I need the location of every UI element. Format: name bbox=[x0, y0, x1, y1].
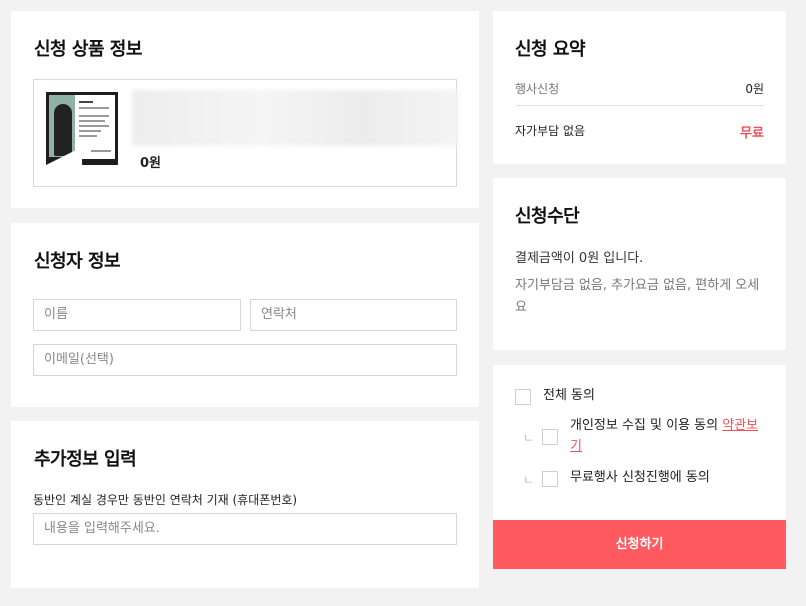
summary-item-value: 0원 bbox=[745, 82, 764, 96]
agree-all-label[interactable]: 전체 동의 bbox=[543, 385, 595, 406]
phone-input[interactable]: 연락처 bbox=[250, 299, 457, 331]
summary-title: 신청 요약 bbox=[515, 39, 586, 60]
product-info-card: 신청 상품 정보 0원 bbox=[11, 11, 479, 208]
summary-item-label: 행사신청 bbox=[515, 82, 560, 96]
product-price: 0원 bbox=[140, 156, 162, 171]
agree-privacy-label: 개인정보 수집 및 이용 동의 약관보기 bbox=[570, 415, 770, 457]
applicant-info-title: 신청자 정보 bbox=[34, 251, 121, 272]
email-input[interactable]: 이메일(선택) bbox=[33, 344, 457, 376]
summary-divider bbox=[515, 105, 764, 106]
product-info-title: 신청 상품 정보 bbox=[34, 39, 142, 60]
agree-free-event-checkbox[interactable] bbox=[542, 471, 558, 487]
companion-contact-label: 동반인 계실 경우만 동반인 연락처 기재 (휴대폰번호) bbox=[33, 493, 298, 507]
payment-amount-text: 결제금액이 0원 입니다. bbox=[515, 251, 644, 266]
summary-card: 신청 요약 행사신청 0원 자가부담 없음 무료 bbox=[493, 11, 786, 164]
summary-item-row: 행사신청 0원 bbox=[515, 80, 764, 97]
summary-burden-row: 자가부담 없음 무료 bbox=[515, 122, 764, 141]
agree-privacy-checkbox[interactable] bbox=[542, 429, 558, 445]
agree-privacy-text[interactable]: 개인정보 수집 및 이용 동의 bbox=[570, 418, 718, 433]
summary-burden-label: 자가부담 없음 bbox=[515, 124, 586, 138]
branch-marker: ㄴ bbox=[523, 473, 535, 487]
payment-note: 자기부담금 없음, 추가요금 없음, 편하게 오세요 bbox=[515, 278, 760, 315]
payment-method-title: 신청수단 bbox=[515, 206, 580, 227]
agree-all-checkbox[interactable] bbox=[515, 389, 531, 405]
applicant-info-card: 신청자 정보 이름 연락처 이메일(선택) bbox=[11, 223, 479, 407]
submit-application-button[interactable]: 신청하기 bbox=[493, 520, 786, 569]
agree-free-event-label[interactable]: 무료행사 신청진행에 동의 bbox=[570, 467, 710, 488]
payment-method-card: 신청수단 결제금액이 0원 입니다. 자기부담금 없음, 추가요금 없음, 편하… bbox=[493, 178, 786, 350]
agreement-card: 전체 동의 ㄴ 개인정보 수집 및 이용 동의 약관보기 ㄴ 무료행사 신청진행… bbox=[493, 365, 786, 520]
extra-info-card: 추가정보 입력 동반인 계실 경우만 동반인 연락처 기재 (휴대폰번호) 내용… bbox=[11, 421, 479, 588]
summary-burden-value: 무료 bbox=[740, 126, 764, 141]
name-input[interactable]: 이름 bbox=[33, 299, 241, 331]
branch-marker: ㄴ bbox=[523, 431, 535, 445]
companion-contact-input[interactable]: 내용을 입력해주세요. bbox=[33, 513, 457, 545]
product-thumbnail bbox=[46, 92, 118, 165]
product-item[interactable]: 0원 bbox=[33, 79, 458, 187]
product-title-blurred bbox=[132, 90, 458, 146]
extra-info-title: 추가정보 입력 bbox=[34, 449, 137, 470]
